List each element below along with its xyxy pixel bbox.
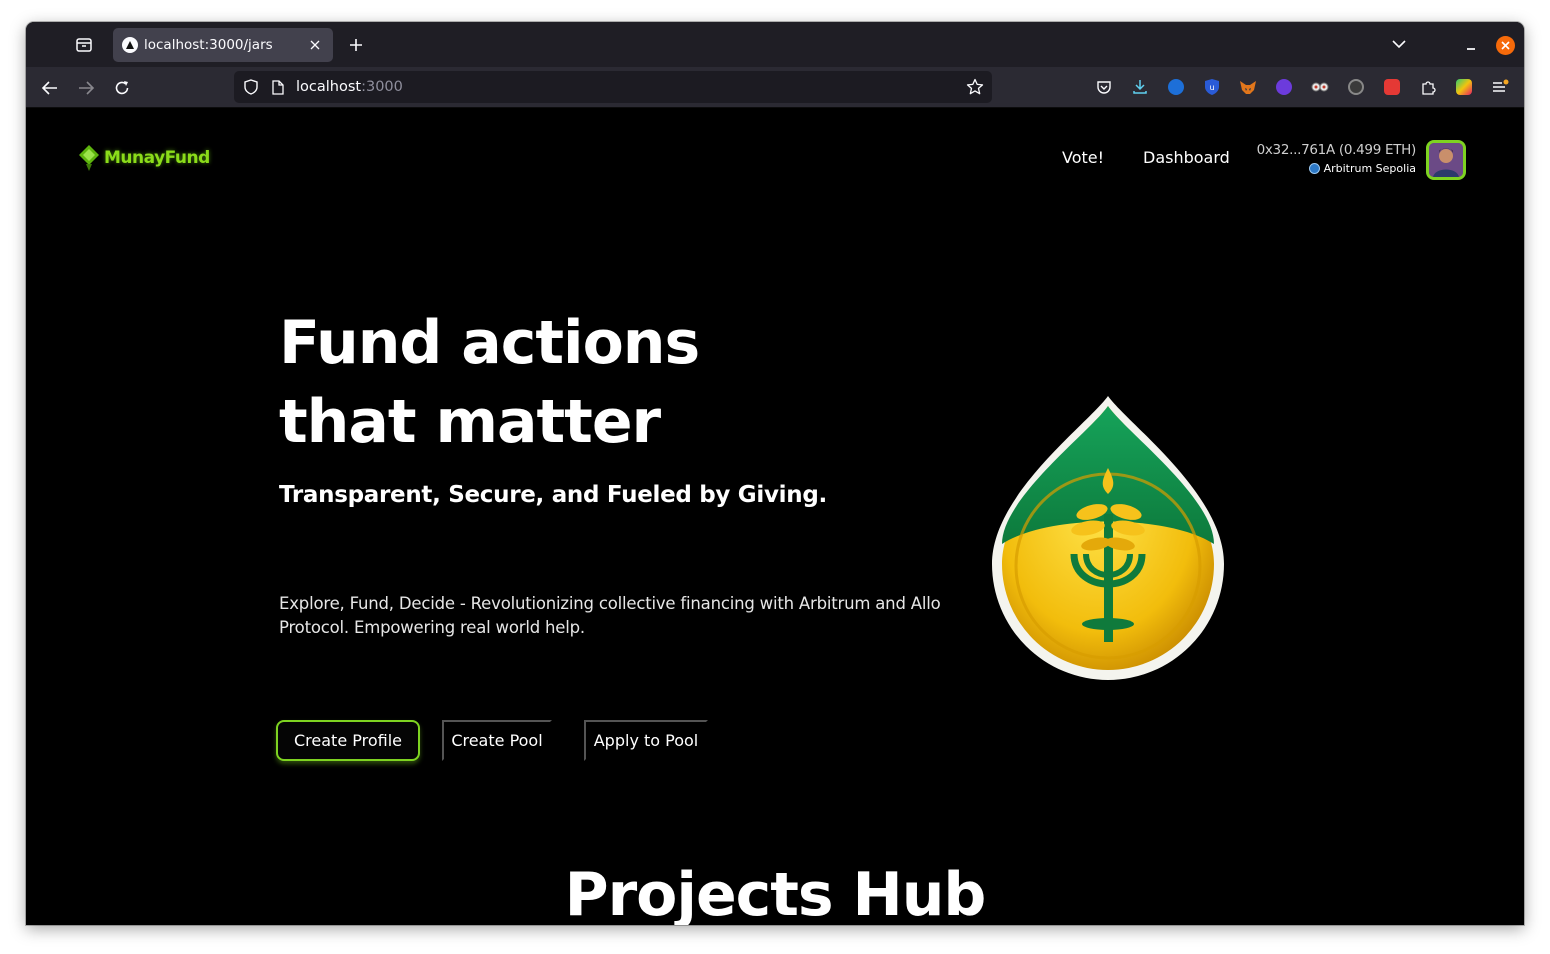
bookmark-star-icon[interactable] <box>964 76 986 98</box>
extension-goggles-icon[interactable] <box>1309 76 1331 98</box>
firefox-view-icon[interactable] <box>72 33 96 57</box>
pocket-icon[interactable] <box>1093 76 1115 98</box>
wallet-network: Arbitrum Sepolia <box>1308 162 1416 175</box>
brand-name: MunayFund <box>104 148 210 168</box>
nav-link-dashboard[interactable]: Dashboard <box>1143 148 1230 167</box>
extension-colorful-icon[interactable] <box>1453 76 1475 98</box>
close-window-icon[interactable] <box>1496 36 1515 55</box>
avatar[interactable] <box>1426 140 1466 180</box>
back-arrow-icon[interactable] <box>38 76 62 100</box>
hero-title: Fund actions that matter <box>279 308 700 457</box>
brand-logo[interactable]: MunayFund <box>78 144 210 172</box>
close-tab-icon[interactable] <box>305 35 325 55</box>
extensions-puzzle-icon[interactable] <box>1417 76 1439 98</box>
hero-subtitle: Transparent, Secure, and Fueled by Givin… <box>279 482 827 508</box>
vercel-favicon-icon <box>122 37 138 53</box>
extension-red-icon[interactable] <box>1381 76 1403 98</box>
create-pool-button[interactable]: Create Pool <box>442 720 552 761</box>
tab-title: localhost:3000/jars <box>144 37 273 53</box>
arbitrum-network-icon <box>1308 163 1320 174</box>
plant-drop-coin-illustration <box>992 396 1224 680</box>
svg-text:u: u <box>1209 83 1214 92</box>
hero-description: Explore, Fund, Decide - Revolutionizing … <box>279 594 941 637</box>
browser-window: localhost:3000/jars localhost:3000 u Mun… <box>26 22 1524 925</box>
extension-blue-a-icon[interactable] <box>1165 76 1187 98</box>
extension-dark-flower-icon[interactable] <box>1345 76 1367 98</box>
tab-active[interactable]: localhost:3000/jars <box>113 28 333 62</box>
shield-icon[interactable] <box>242 78 260 96</box>
forward-arrow-icon[interactable] <box>74 76 98 100</box>
munayfund-logo-icon <box>79 145 99 171</box>
minimize-icon[interactable] <box>1460 34 1482 56</box>
metamask-icon[interactable] <box>1237 76 1259 98</box>
app-menu-icon[interactable] <box>1489 76 1511 98</box>
navigation-toolbar: localhost:3000 u <box>26 67 1524 108</box>
downloads-icon[interactable] <box>1129 76 1151 98</box>
projects-hub-heading: Projects Hub <box>564 860 987 925</box>
ublock-icon[interactable]: u <box>1201 76 1223 98</box>
extension-purple-face-icon[interactable] <box>1273 76 1295 98</box>
url-text[interactable]: localhost:3000 <box>296 79 964 95</box>
apply-to-pool-button[interactable]: Apply to Pool <box>584 720 708 761</box>
network-name: Arbitrum Sepolia <box>1323 162 1416 175</box>
wallet-account-button[interactable]: 0x32...761A (0.499 ETH) Arbitrum Sepolia <box>1256 140 1466 184</box>
tab-bar: localhost:3000/jars <box>26 22 1524 67</box>
url-bar[interactable]: localhost:3000 <box>234 71 992 103</box>
page-content: MunayFund Vote! Dashboard 0x32...761A (0… <box>26 108 1524 925</box>
page-icon[interactable] <box>270 78 286 96</box>
wallet-address: 0x32...761A (0.499 ETH) <box>1256 142 1417 158</box>
new-tab-icon[interactable] <box>344 33 368 57</box>
nav-link-vote[interactable]: Vote! <box>1062 148 1104 167</box>
create-profile-button[interactable]: Create Profile <box>276 720 420 761</box>
chevron-down-icon[interactable] <box>1388 33 1410 55</box>
reload-icon[interactable] <box>110 76 134 100</box>
